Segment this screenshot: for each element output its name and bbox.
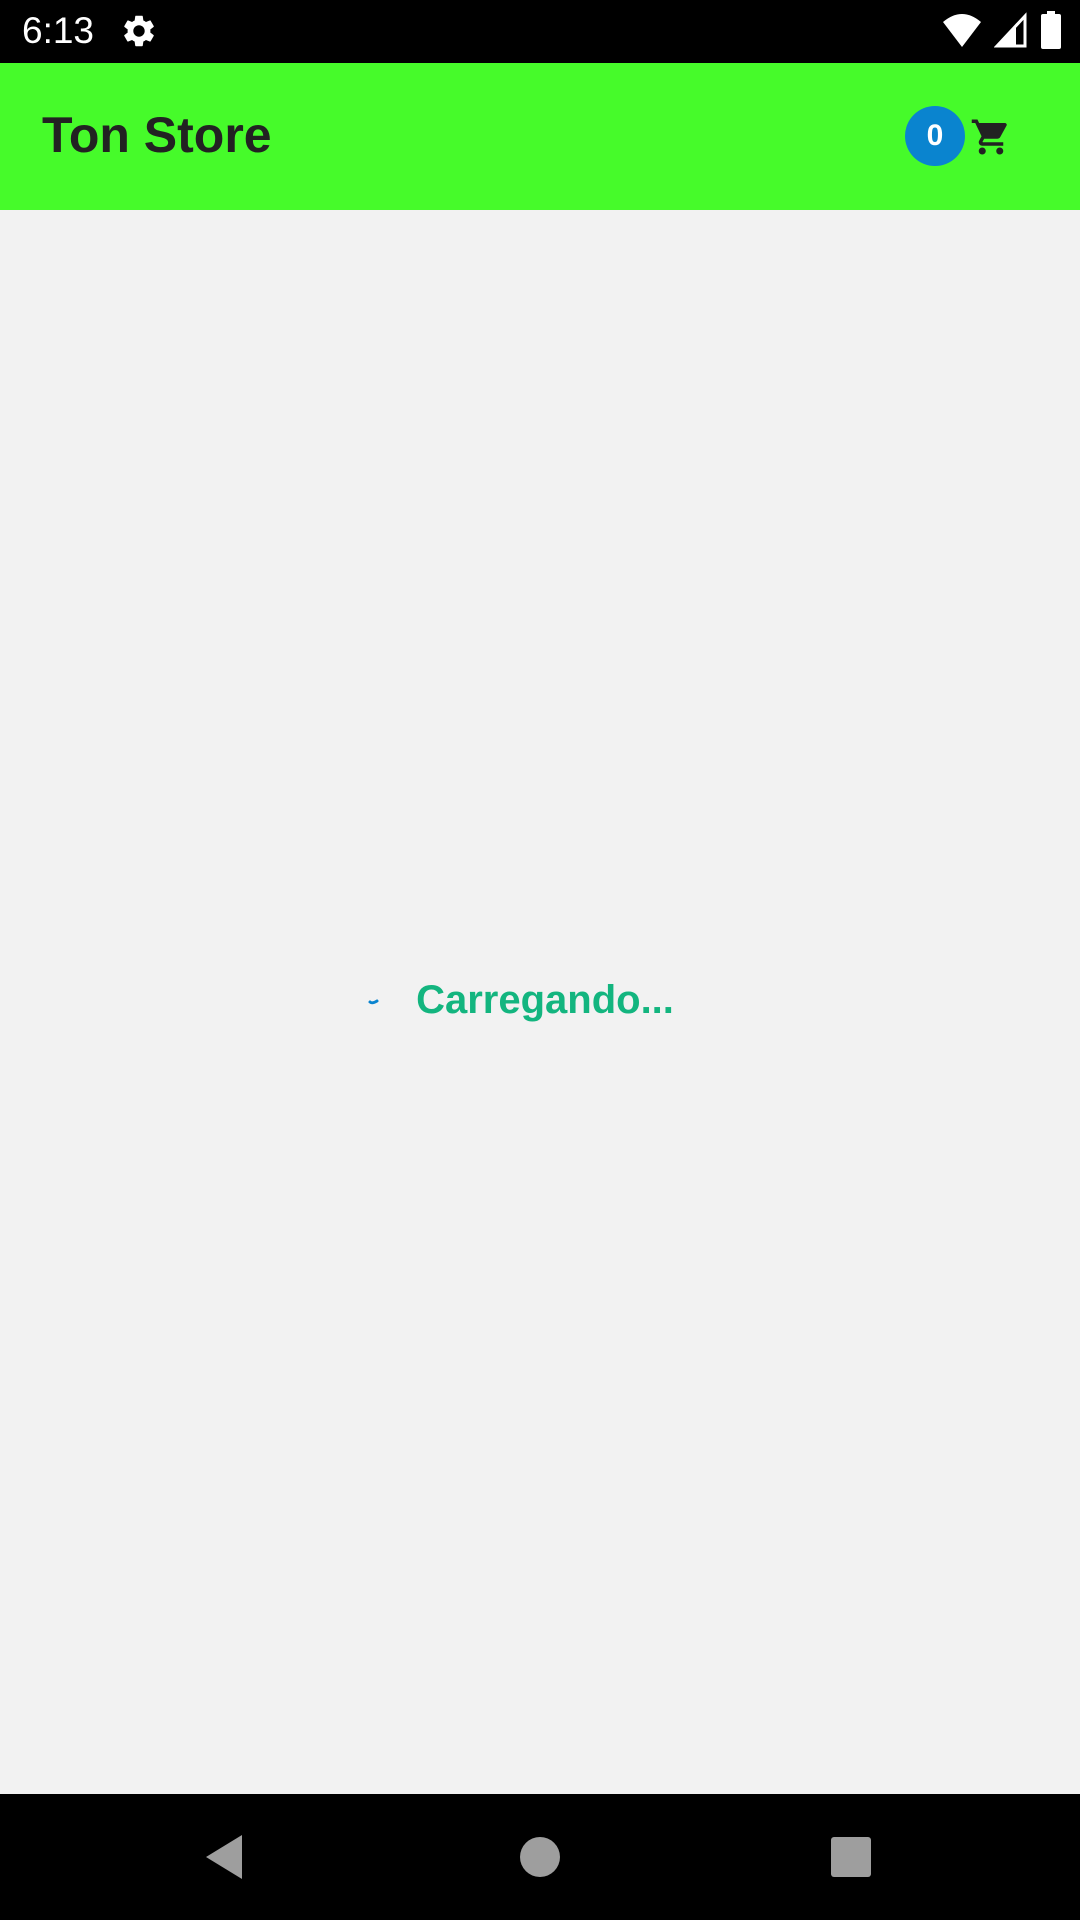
shopping-cart-icon xyxy=(969,116,1013,158)
status-time: 6:13 xyxy=(22,10,95,51)
back-icon[interactable] xyxy=(200,1832,250,1882)
recents-icon[interactable] xyxy=(826,1832,876,1882)
home-icon[interactable] xyxy=(515,1832,565,1882)
loading-text: Carregando... xyxy=(416,978,674,1022)
app-bar: Ton Store 0 xyxy=(0,63,1080,210)
cart-button[interactable]: 0 xyxy=(905,106,1015,166)
status-icons xyxy=(942,10,1062,54)
loading-indicator: Carregando... xyxy=(0,976,1080,1024)
status-bar: 6:13 xyxy=(0,0,1080,63)
loading-spinner-icon xyxy=(366,985,396,1015)
wifi-icon xyxy=(942,12,982,53)
system-nav-bar xyxy=(0,1794,1080,1920)
cell-signal-icon xyxy=(993,11,1028,53)
cart-count-badge: 0 xyxy=(905,106,965,166)
main-content: Carregando... xyxy=(0,210,1080,1794)
app-title: Ton Store xyxy=(42,107,272,163)
gear-icon xyxy=(120,12,158,50)
battery-icon xyxy=(1040,10,1062,54)
